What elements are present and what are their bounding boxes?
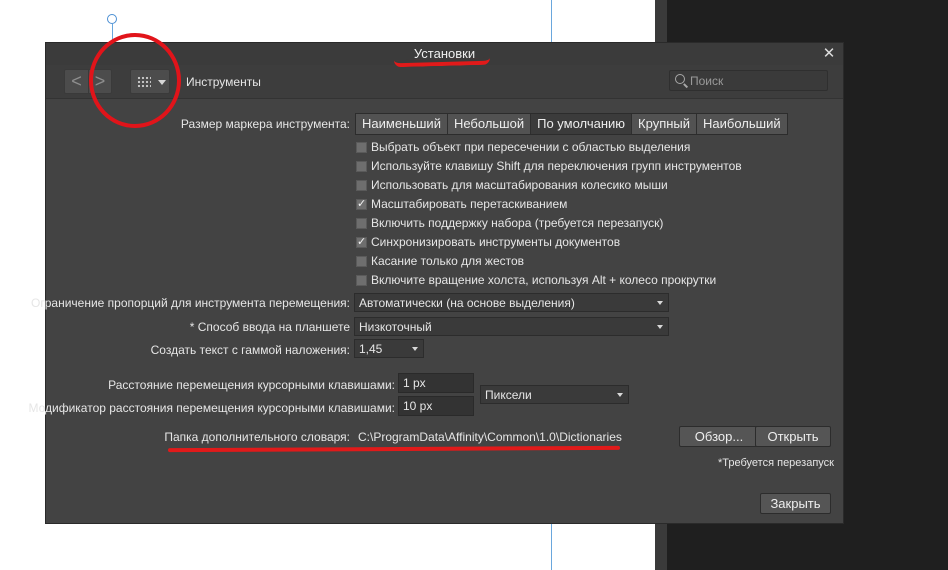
cursor-modifier-field[interactable]: 10 px xyxy=(398,396,474,416)
open-button[interactable]: Открыть xyxy=(755,426,831,447)
checkbox-row[interactable]: Масштабировать перетаскиванием xyxy=(356,196,567,212)
checkbox-row[interactable]: Синхронизировать инструменты документов xyxy=(356,234,620,250)
tablet-input-label: * Способ ввода на планшете xyxy=(189,320,350,334)
search-box[interactable] xyxy=(669,70,828,91)
cursor-modifier-label: Модификатор расстояния перемещения курсо… xyxy=(28,401,395,415)
proportion-dropdown[interactable]: Автоматически (на основе выделения) xyxy=(354,293,669,312)
gamma-value: 1,45 xyxy=(359,342,383,356)
tablet-input-dropdown[interactable]: Низкоточный xyxy=(354,317,669,336)
checkbox-row[interactable]: Выбрать объект при пересечении с область… xyxy=(356,139,690,155)
red-circle-annotation xyxy=(89,33,181,128)
checkbox-checked[interactable] xyxy=(356,235,367,248)
checkbox[interactable] xyxy=(356,160,367,172)
checkbox-row[interactable]: Включите вращение холста, используя Alt … xyxy=(356,272,716,288)
close-icon[interactable]: ✕ xyxy=(821,43,837,65)
dictionary-path: C:\ProgramData\Affinity\Common\1.0\Dicti… xyxy=(358,430,622,444)
caret-down-icon xyxy=(657,325,663,329)
checkbox-label: Касание только для жестов xyxy=(371,254,525,268)
marker-size-largest[interactable]: Наибольший xyxy=(697,114,787,134)
tablet-input-value: Низкоточный xyxy=(359,320,432,334)
checkbox-label: Использовать для масштабирования колесик… xyxy=(371,178,668,192)
checkbox-row[interactable]: Используйте клавишу Shift для переключен… xyxy=(356,158,742,174)
checkbox[interactable] xyxy=(356,217,367,229)
search-input[interactable] xyxy=(690,71,824,90)
browse-button[interactable]: Обзор... xyxy=(679,426,759,447)
marker-size-large[interactable]: Крупный xyxy=(632,114,698,134)
marker-size-small[interactable]: Небольшой xyxy=(447,114,532,134)
checkbox-row[interactable]: Включить поддержку набора (требуется пер… xyxy=(356,215,663,231)
chevron-left-icon[interactable]: < xyxy=(65,70,88,93)
checkbox[interactable] xyxy=(356,274,367,286)
gamma-dropdown[interactable]: 1,45 xyxy=(354,339,424,358)
marker-size-smallest[interactable]: Наименьший xyxy=(356,114,448,134)
checkbox-checked[interactable] xyxy=(356,197,367,210)
marker-size-selector: Наименьший Небольшой По умолчанию Крупны… xyxy=(355,113,788,135)
checkbox[interactable] xyxy=(356,255,367,267)
checkbox-row[interactable]: Касание только для жестов xyxy=(356,253,524,269)
caret-down-icon xyxy=(617,393,623,397)
dictionary-label: Папка дополнительного словаря: xyxy=(164,430,350,444)
proportion-value: Автоматически (на основе выделения) xyxy=(359,296,575,310)
section-title: Инструменты xyxy=(186,75,261,89)
dialog-close-button[interactable]: Закрыть xyxy=(760,493,831,514)
checkbox-label: Включить поддержку набора (требуется пер… xyxy=(371,216,664,230)
cursor-distance-value: 1 px xyxy=(403,376,426,390)
checkbox[interactable] xyxy=(356,141,367,153)
marker-size-label: Размер маркера инструмента: xyxy=(180,117,350,131)
rotation-handle[interactable] xyxy=(107,14,117,24)
units-dropdown[interactable]: Пиксели xyxy=(480,385,629,404)
checkbox-label: Включите вращение холста, используя Alt … xyxy=(371,273,717,287)
marker-size-default[interactable]: По умолчанию xyxy=(531,114,633,134)
units-value: Пиксели xyxy=(485,388,532,402)
gamma-label: Создать текст с гаммой наложения: xyxy=(150,343,350,357)
checkbox-label: Используйте клавишу Shift для переключен… xyxy=(371,159,742,173)
restart-note: *Требуется перезапуск xyxy=(718,457,834,469)
checkbox[interactable] xyxy=(356,179,367,191)
checkbox-label: Синхронизировать инструменты документов xyxy=(371,235,621,249)
caret-down-icon xyxy=(412,347,418,351)
checkbox-label: Масштабировать перетаскиванием xyxy=(371,197,568,211)
cursor-distance-field[interactable]: 1 px xyxy=(398,373,474,393)
caret-down-icon xyxy=(657,301,663,305)
search-icon xyxy=(675,74,685,84)
proportion-label: Ограничение пропорций для инструмента пе… xyxy=(31,296,350,310)
cursor-modifier-value: 10 px xyxy=(403,399,433,413)
checkbox-label: Выбрать объект при пересечении с область… xyxy=(371,140,691,154)
checkbox-row[interactable]: Использовать для масштабирования колесик… xyxy=(356,177,668,193)
cursor-distance-label: Расстояние перемещения курсорными клавиш… xyxy=(108,378,395,392)
